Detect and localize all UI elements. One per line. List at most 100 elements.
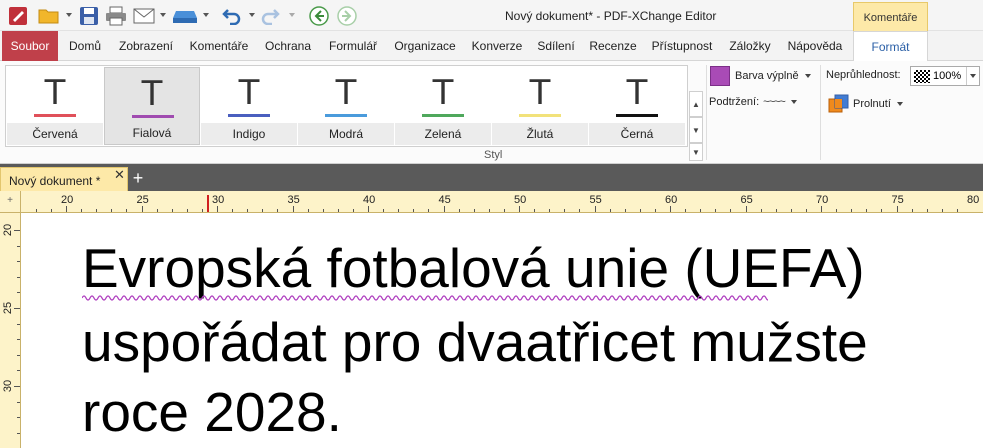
redo-icon[interactable] xyxy=(258,4,282,28)
blend-mode-button[interactable]: Prolnutí xyxy=(828,94,903,114)
style-yellow[interactable]: T Žlutá xyxy=(492,67,588,145)
open-dropdown-icon[interactable] xyxy=(66,13,72,17)
tab-convert[interactable]: Konverze xyxy=(466,31,528,61)
ruler-label: 70 xyxy=(816,194,829,206)
ruler-label: 25 xyxy=(136,194,149,206)
tab-share[interactable]: Sdílení xyxy=(533,31,579,61)
fill-color-button[interactable]: Barva výplně xyxy=(710,66,811,86)
ruler-tick xyxy=(17,323,20,325)
style-color-bar xyxy=(616,114,658,117)
ruler-tick xyxy=(428,209,430,212)
ruler-tick xyxy=(17,417,20,419)
ruler-label: 25 xyxy=(2,301,15,315)
tab-view[interactable]: Zobrazení xyxy=(113,31,179,61)
save-icon[interactable] xyxy=(77,4,101,28)
scan-dropdown-icon[interactable] xyxy=(203,13,209,17)
style-indigo[interactable]: T Indigo xyxy=(201,67,297,145)
ruler-label: 80 xyxy=(967,194,980,206)
tab-accessibility[interactable]: Přístupnost xyxy=(647,31,717,61)
style-purple[interactable]: T Fialová xyxy=(104,67,200,145)
forward-icon[interactable] xyxy=(334,4,360,28)
group-label-style: Styl xyxy=(484,149,503,161)
style-red[interactable]: T Červená xyxy=(7,67,103,145)
context-tab-comments: Komentáře xyxy=(853,2,928,31)
gallery-expand-button[interactable]: ▼ xyxy=(689,143,703,161)
ruler-tick xyxy=(594,206,596,212)
email-icon[interactable] xyxy=(132,4,156,28)
ruler-tick xyxy=(156,209,158,212)
undo-icon[interactable] xyxy=(220,4,244,28)
document-tab[interactable]: Nový dokument * xyxy=(0,167,128,191)
back-icon[interactable] xyxy=(306,4,332,28)
tab-format[interactable]: Formát xyxy=(853,31,928,62)
ruler-label: 45 xyxy=(438,194,451,206)
undo-dropdown-icon[interactable] xyxy=(249,13,255,17)
text-style-icon: T xyxy=(529,73,551,113)
tab-home[interactable]: Domů xyxy=(62,31,108,61)
style-color-bar xyxy=(422,114,464,117)
pdf-editor-window: Nový dokument* - PDF-XChange Editor Kome… xyxy=(0,0,983,448)
ruler-tick xyxy=(851,209,853,212)
ruler-label: 20 xyxy=(61,194,74,206)
tab-help[interactable]: Nápověda xyxy=(783,31,847,61)
opacity-label: Neprůhlednost: xyxy=(826,69,901,81)
vertical-ruler[interactable]: 20 25 30 xyxy=(0,213,21,448)
spellcheck-underline xyxy=(82,295,768,301)
email-dropdown-icon[interactable] xyxy=(160,13,166,17)
ruler-tick xyxy=(14,230,20,231)
document-page[interactable]: Evropská fotbalová unie (UEFA) uspořádat… xyxy=(22,214,983,448)
opacity-select[interactable]: 100% xyxy=(910,66,980,86)
ribbon-separator xyxy=(820,65,821,160)
ruler-tick xyxy=(503,209,505,212)
app-logo-icon[interactable] xyxy=(6,4,30,28)
style-label: Červená xyxy=(7,123,103,145)
close-icon[interactable]: ✕ xyxy=(114,167,125,183)
opacity-value: 100% xyxy=(933,70,962,82)
document-text-line[interactable]: roce 2028. xyxy=(82,380,342,444)
ruler-tick xyxy=(896,206,898,212)
ruler-tick xyxy=(201,209,203,212)
ruler-corner[interactable]: + xyxy=(0,191,21,213)
ruler-tick xyxy=(337,209,339,212)
style-black[interactable]: T Černá xyxy=(589,67,685,145)
redo-dropdown-icon[interactable] xyxy=(289,13,295,17)
ribbon-separator xyxy=(706,65,707,160)
text-style-icon: T xyxy=(44,73,66,113)
ruler-tick xyxy=(745,206,747,212)
tab-review[interactable]: Recenze xyxy=(584,31,642,61)
document-text-line[interactable]: uspořádat pro dvaatřicet mužste xyxy=(82,310,868,374)
new-tab-button[interactable]: + xyxy=(129,168,147,188)
tab-bookmarks[interactable]: Záložky xyxy=(722,31,778,61)
gallery-scroll-up-button[interactable]: ▲ xyxy=(689,91,703,117)
tab-file[interactable]: Soubor xyxy=(2,31,58,61)
ruler-tick xyxy=(368,206,369,212)
style-blue[interactable]: T Modrá xyxy=(298,67,394,145)
text-style-icon: T xyxy=(626,73,648,113)
ruler-tick xyxy=(821,206,822,212)
ruler-tick xyxy=(292,206,294,212)
ruler-tick xyxy=(17,354,20,356)
style-label: Černá xyxy=(589,123,685,145)
ruler-tick xyxy=(836,209,838,212)
open-folder-icon[interactable] xyxy=(36,4,62,28)
print-icon[interactable] xyxy=(104,4,128,28)
tab-organize[interactable]: Organizace xyxy=(389,31,461,61)
underline-style-button[interactable]: Podtržení: ~~~~ xyxy=(709,96,797,108)
ruler-tick xyxy=(564,209,566,212)
style-green[interactable]: T Zelená xyxy=(395,67,491,145)
horizontal-ruler[interactable]: 20 25 30 35 40 45 50 55 60 65 70 75 80 xyxy=(0,191,983,213)
tab-protect[interactable]: Ochrana xyxy=(259,31,317,61)
tab-form[interactable]: Formulář xyxy=(322,31,384,61)
ruler-tick xyxy=(186,209,188,212)
ruler-tick xyxy=(881,209,883,212)
ruler-tick xyxy=(579,209,581,212)
gallery-scroll-down-button[interactable]: ▼ xyxy=(689,117,703,143)
ruler-label: 30 xyxy=(212,194,225,206)
ruler-label: 30 xyxy=(2,379,15,393)
document-text-line[interactable]: Evropská fotbalová unie (UEFA) xyxy=(82,236,865,300)
scan-icon[interactable] xyxy=(171,4,199,28)
title-bar: Nový dokument* - PDF-XChange Editor Kome… xyxy=(0,0,983,31)
ribbon-tabs: Soubor Domů Zobrazení Komentáře Ochrana … xyxy=(0,31,983,62)
ruler-label: 60 xyxy=(665,194,678,206)
tab-comments[interactable]: Komentáře xyxy=(184,31,254,61)
